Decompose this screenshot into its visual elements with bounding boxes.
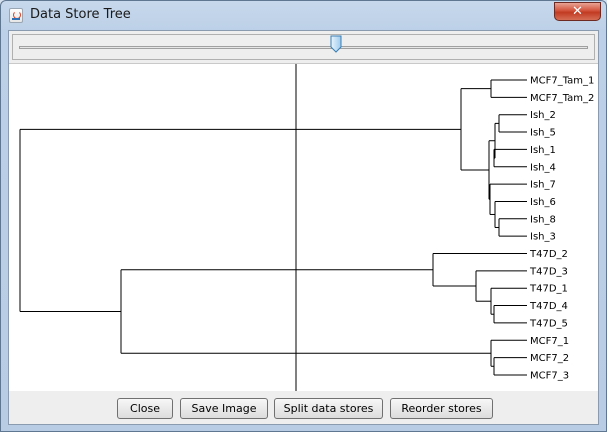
slider-area — [9, 31, 598, 64]
dialog-content: MCF7_Tam_1 MCF7_Tam_2 Ish_2 Ish_5 Ish_1 Ish_4… — [8, 30, 599, 425]
button-bar: Close Save Image Split data stores Reord… — [9, 391, 598, 424]
leaf-label-t47d-5: T47D_5 — [529, 318, 568, 329]
leaf-label-ish-6: Ish_6 — [530, 197, 556, 208]
split-data-stores-button[interactable]: Split data stores — [274, 398, 383, 419]
leaf-label-ish-7: Ish_7 — [530, 180, 556, 191]
close-button[interactable]: Close — [117, 398, 173, 419]
dendrogram-leaf-labels: MCF7_Tam_1 MCF7_Tam_2 Ish_2 Ish_5 Ish_1 Ish_4… — [529, 76, 594, 382]
leaf-label-ish-2: Ish_2 — [530, 110, 556, 121]
leaf-label-ish-1: Ish_1 — [530, 145, 556, 156]
leaf-label-mcf7-2: MCF7_2 — [530, 353, 569, 364]
window-close-button[interactable]: ✕ — [554, 2, 601, 21]
leaf-label-t47d-1: T47D_1 — [529, 284, 568, 295]
save-image-button[interactable]: Save Image — [180, 398, 268, 419]
leaf-label-ish-5: Ish_5 — [530, 128, 556, 139]
java-cup-icon — [9, 8, 23, 23]
data-store-tree-window: Data Store Tree ✕ MCF7_Tam_1 MCF7_Tam_2 … — [0, 0, 607, 432]
dendrogram-branches — [19, 79, 527, 376]
leaf-label-ish-4: Ish_4 — [530, 162, 556, 173]
leaf-label-t47d-3: T47D_3 — [529, 266, 568, 277]
dendrogram-svg: MCF7_Tam_1 MCF7_Tam_2 Ish_2 Ish_5 Ish_1 Ish_4… — [19, 64, 594, 391]
leaf-label-t47d-4: T47D_4 — [529, 301, 568, 312]
window-title: Data Store Tree — [30, 7, 131, 22]
leaf-label-mcf7-3: MCF7_3 — [530, 370, 569, 381]
reorder-stores-button[interactable]: Reorder stores — [390, 398, 493, 419]
title-bar[interactable]: Data Store Tree ✕ — [1, 1, 606, 31]
slider-thumb-icon[interactable] — [330, 35, 342, 53]
cutoff-slider-track[interactable] — [19, 46, 588, 49]
dendrogram-panel[interactable]: MCF7_Tam_1 MCF7_Tam_2 Ish_2 Ish_5 Ish_1 Ish_4… — [9, 64, 598, 391]
close-icon: ✕ — [572, 4, 583, 19]
leaf-label-ish-8: Ish_8 — [530, 214, 556, 225]
leaf-label-mcf7-tam-2: MCF7_Tam_2 — [530, 93, 594, 104]
leaf-label-mcf7-1: MCF7_1 — [530, 336, 569, 347]
slider-panel — [12, 34, 595, 60]
leaf-label-mcf7-tam-1: MCF7_Tam_1 — [530, 76, 594, 87]
leaf-label-ish-3: Ish_3 — [530, 232, 556, 243]
leaf-label-t47d-2: T47D_2 — [529, 249, 568, 260]
